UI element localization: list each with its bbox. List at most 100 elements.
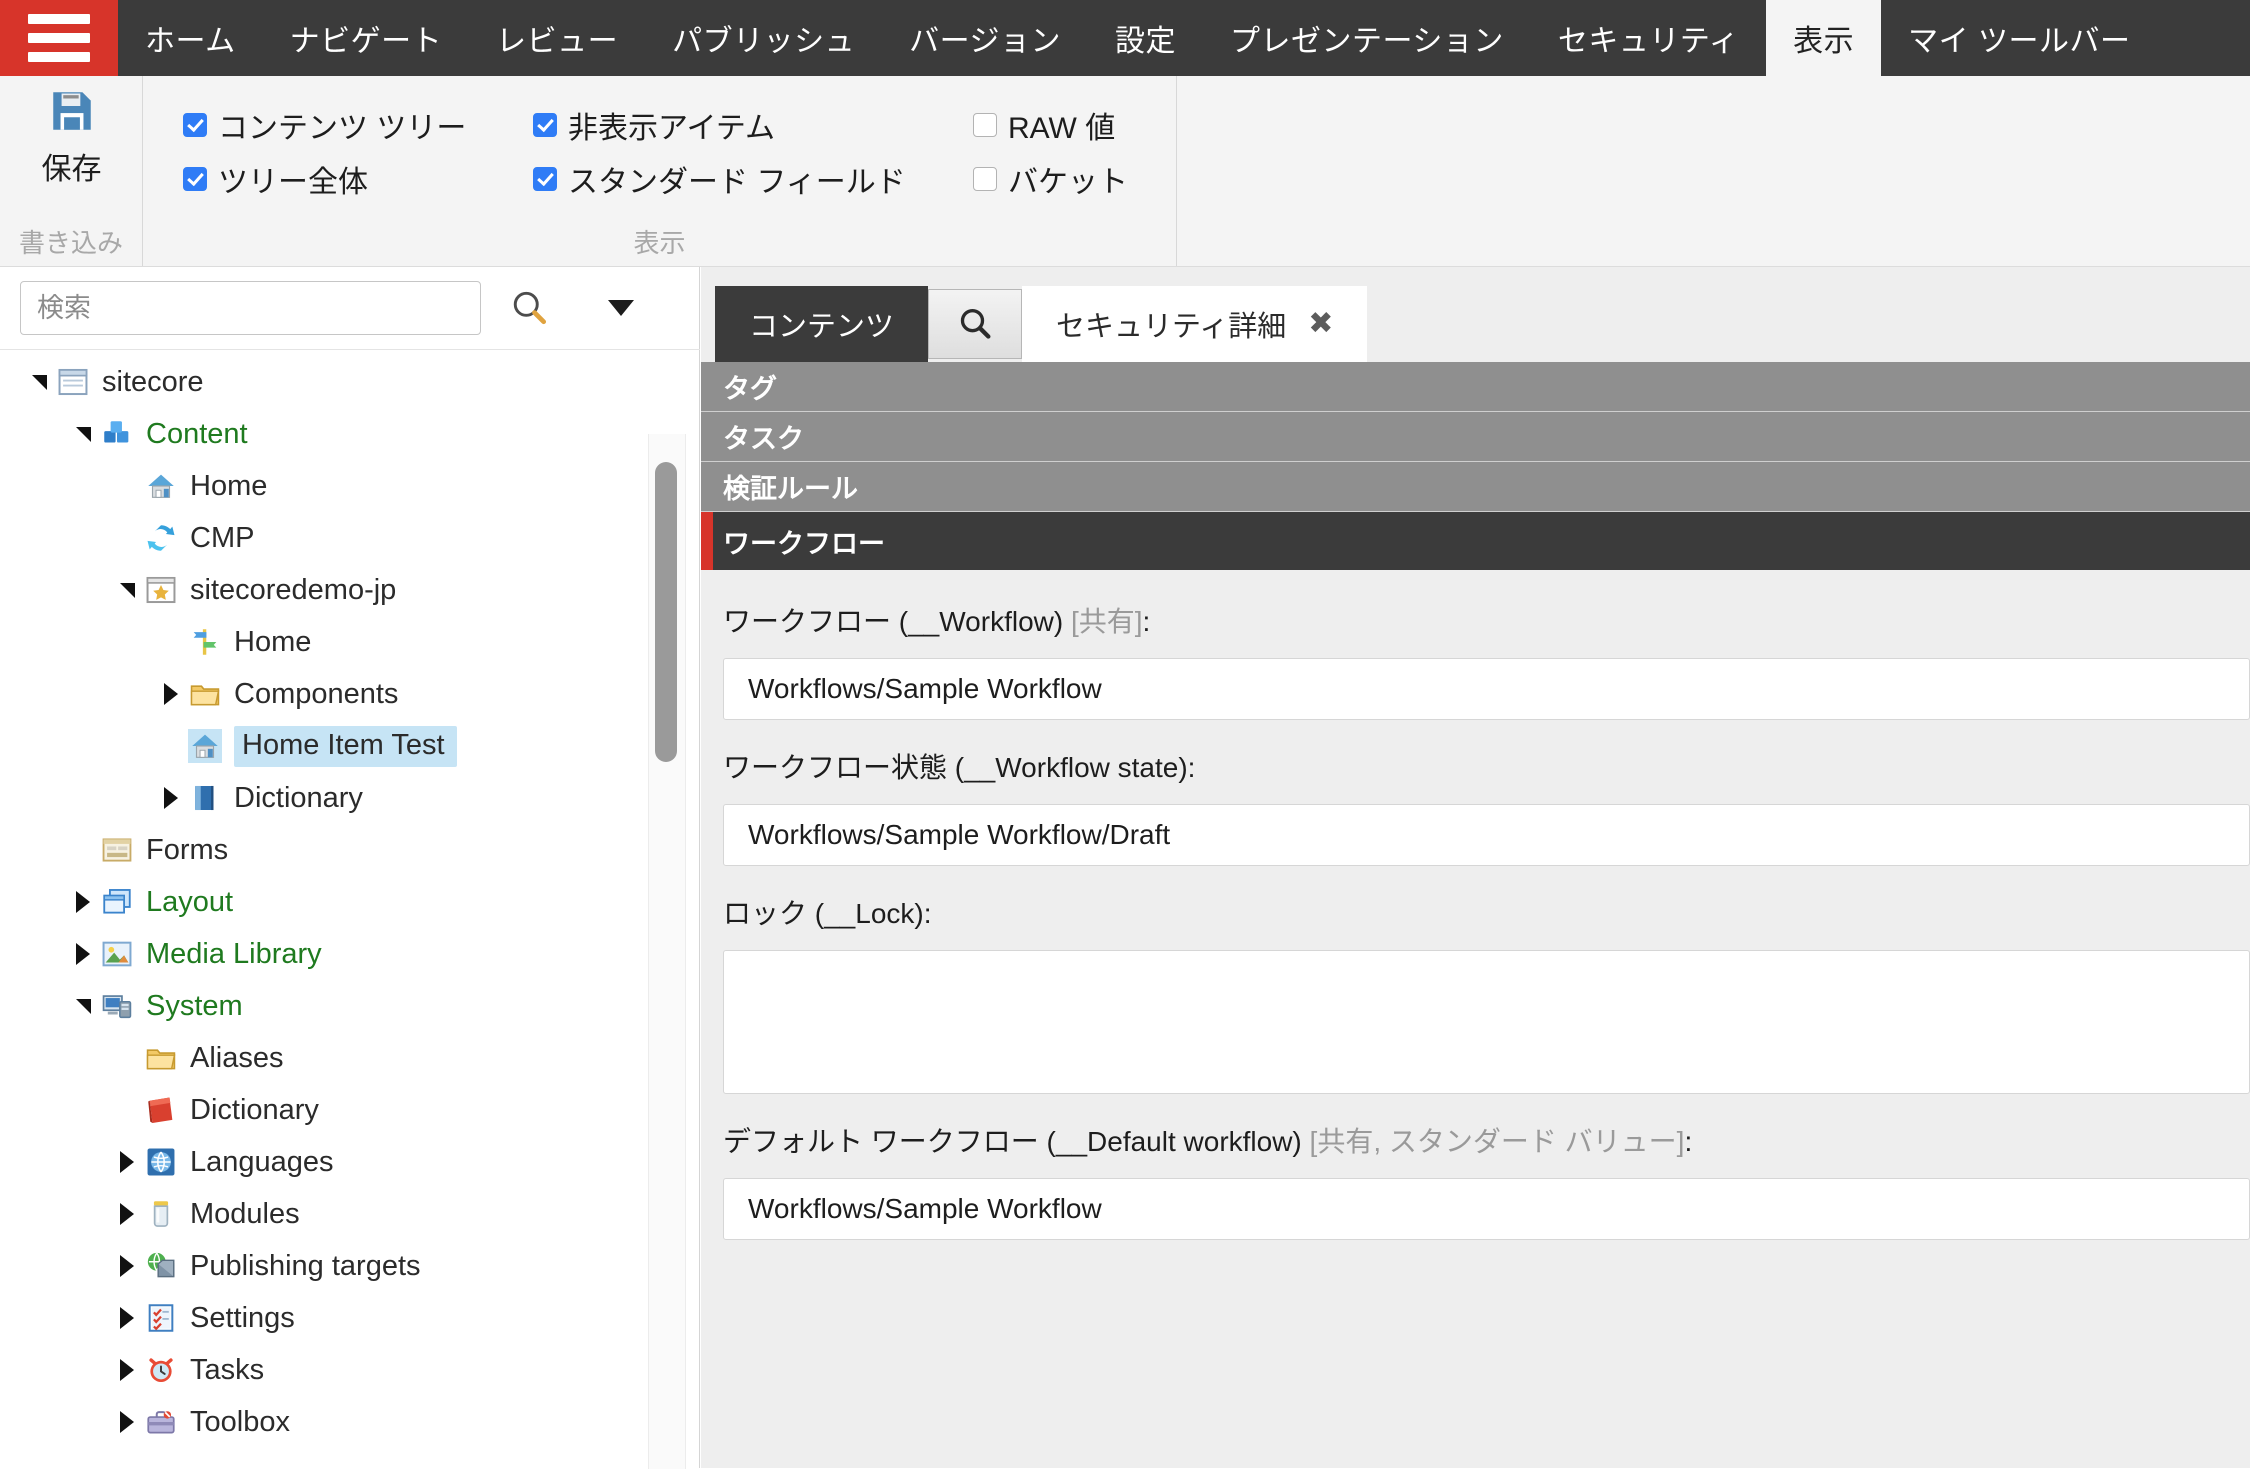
save-button[interactable]: 保存 — [0, 86, 143, 188]
tree-item-label: Modules — [190, 1197, 300, 1230]
expand-collapsed-icon[interactable] — [110, 1353, 144, 1387]
field-value[interactable]: Workflows/Sample Workflow/Draft — [723, 804, 2250, 866]
section-header-0[interactable]: タグ — [701, 362, 2250, 412]
tree-item-content[interactable]: Content — [0, 408, 700, 460]
menu-tab-2[interactable]: レビュー — [469, 0, 645, 76]
menu-tab-9[interactable]: マイ ツールバー — [1881, 0, 2157, 76]
section-header-title: タグ — [723, 374, 777, 404]
tree-item-dictionary[interactable]: Dictionary — [0, 1084, 700, 1136]
tree-item-modules[interactable]: Modules — [0, 1188, 700, 1240]
tree-item-cmp[interactable]: CMP — [0, 512, 700, 564]
tree-item-dictionary[interactable]: Dictionary — [0, 772, 700, 824]
tree-item-label: System — [146, 989, 243, 1022]
checkbox-box[interactable] — [533, 167, 557, 191]
tree-item-tasks[interactable]: Tasks — [0, 1344, 700, 1396]
search-input[interactable] — [20, 281, 481, 335]
tree-item-home[interactable]: Home — [0, 460, 700, 512]
editor-tab-strip: コンテンツ セキュリティ詳細 ✖ — [701, 267, 2250, 362]
expand-expanded-icon[interactable] — [66, 989, 100, 1023]
close-icon[interactable]: ✖ — [1308, 309, 1333, 339]
editor-tab-0[interactable]: コンテンツ — [715, 286, 929, 362]
tree-item-languages[interactable]: Languages — [0, 1136, 700, 1188]
content-tree[interactable]: sitecore Content Home CMP sitecoredemo-jp Hom… — [0, 349, 700, 1469]
tree-scrollbar-track[interactable] — [648, 434, 686, 1469]
expand-expanded-icon[interactable] — [22, 365, 56, 399]
tree-scrollbar-thumb[interactable] — [655, 462, 677, 762]
expand-collapsed-icon[interactable] — [110, 1249, 144, 1283]
tree-item-toolbox[interactable]: Toolbox — [0, 1396, 700, 1448]
menu-tab-1[interactable]: ナビゲート — [263, 0, 470, 76]
tree-item-settings[interactable]: Settings — [0, 1292, 700, 1344]
tree-item-sitecoredemo-jp[interactable]: sitecoredemo-jp — [0, 564, 700, 616]
view-checkbox-4[interactable]: スタンダード フィールド — [533, 152, 973, 206]
tree-item-sitecore[interactable]: sitecore — [0, 356, 700, 408]
editor-tab-2[interactable]: セキュリティ詳細 ✖ — [1022, 286, 1368, 362]
view-checkbox-5[interactable]: バケット — [973, 152, 1128, 206]
tree-item-aliases[interactable]: Aliases — [0, 1032, 700, 1084]
section-header-title: タスク — [723, 424, 804, 454]
tree-item-home-item-test[interactable]: Home Item Test — [0, 720, 700, 772]
hamburger-menu-icon[interactable] — [0, 0, 118, 76]
field-value[interactable]: Workflows/Sample Workflow — [723, 1178, 2250, 1240]
alarm-clock-icon — [144, 1353, 178, 1387]
checkbox-box[interactable] — [973, 167, 997, 191]
expand-collapsed-icon[interactable] — [110, 1301, 144, 1335]
tree-item-label: Dictionary — [190, 1093, 319, 1126]
toolbox-icon — [144, 1405, 178, 1439]
expand-collapsed-icon[interactable] — [154, 677, 188, 711]
tree-item-label: Media Library — [146, 937, 322, 970]
expand-collapsed-icon[interactable] — [110, 1405, 144, 1439]
tree-item-system[interactable]: System — [0, 980, 700, 1032]
tree-item-home[interactable]: Home — [0, 616, 700, 668]
content-tree-panel: sitecore Content Home CMP sitecoredemo-jp Hom… — [0, 267, 700, 1469]
checkbox-box[interactable] — [533, 113, 557, 137]
magnifier-icon — [960, 309, 991, 339]
view-checkbox-1[interactable]: 非表示アイテム — [533, 98, 973, 152]
section-header-3[interactable]: ワークフロー — [701, 512, 2250, 570]
checkbox-box[interactable] — [183, 167, 207, 191]
view-checkbox-label: RAW 値 — [1008, 112, 1116, 145]
menu-tab-5[interactable]: 設定 — [1088, 0, 1203, 76]
field-row: ロック (__Lock): — [723, 892, 2250, 1094]
tree-item-label: Dictionary — [234, 781, 363, 814]
expand-expanded-icon[interactable] — [110, 573, 144, 607]
checkbox-box[interactable] — [183, 113, 207, 137]
menu-tab-6[interactable]: プレゼンテーション — [1203, 0, 1531, 76]
tree-item-media-library[interactable]: Media Library — [0, 928, 700, 980]
magnifier-icon[interactable] — [505, 284, 553, 332]
menu-tab-8[interactable]: 表示 — [1766, 0, 1882, 76]
editor-tab-search[interactable] — [928, 289, 1023, 359]
expand-expanded-icon[interactable] — [66, 417, 100, 451]
expand-collapsed-icon[interactable] — [110, 1197, 144, 1231]
checklist-icon — [144, 1301, 178, 1335]
view-checkbox-0[interactable]: コンテンツ ツリー — [183, 98, 533, 152]
expand-collapsed-icon[interactable] — [66, 937, 100, 971]
cubes-icon — [100, 417, 134, 451]
expand-collapsed-icon[interactable] — [110, 1145, 144, 1179]
view-checkbox-2[interactable]: RAW 値 — [973, 98, 1128, 152]
field-value[interactable]: Workflows/Sample Workflow — [723, 658, 2250, 720]
section-header-title: 検証ルール — [723, 474, 858, 504]
tree-item-forms[interactable]: Forms — [0, 824, 700, 876]
tree-item-components[interactable]: Components — [0, 668, 700, 720]
chevron-down-icon[interactable] — [601, 288, 641, 328]
folder-icon — [188, 677, 222, 711]
section-header-2[interactable]: 検証ルール — [701, 462, 2250, 512]
tree-item-label: Languages — [190, 1145, 334, 1178]
section-header-1[interactable]: タスク — [701, 412, 2250, 462]
tree-item-label: Layout — [146, 885, 234, 918]
field-sections: タグ タスク 検証ルール ワークフロー ワークフロー (__Workflow) [共有]… — [701, 362, 2250, 1468]
tree-item-label: Forms — [146, 833, 229, 866]
expand-collapsed-icon[interactable] — [154, 781, 188, 815]
menu-tab-3[interactable]: パブリッシュ — [645, 0, 882, 76]
menu-tab-7[interactable]: セキュリティ — [1531, 0, 1766, 76]
menu-tab-4[interactable]: バージョン — [882, 0, 1088, 76]
tree-item-layout[interactable]: Layout — [0, 876, 700, 928]
tree-item-publishing-targets[interactable]: Publishing targets — [0, 1240, 700, 1292]
view-checkbox-3[interactable]: ツリー全体 — [183, 152, 533, 206]
field-value[interactable] — [723, 950, 2250, 1094]
menu-tab-0[interactable]: ホーム — [118, 0, 263, 76]
expand-collapsed-icon[interactable] — [66, 885, 100, 919]
tree-item-label: sitecoredemo-jp — [190, 573, 397, 606]
checkbox-box[interactable] — [973, 113, 997, 137]
